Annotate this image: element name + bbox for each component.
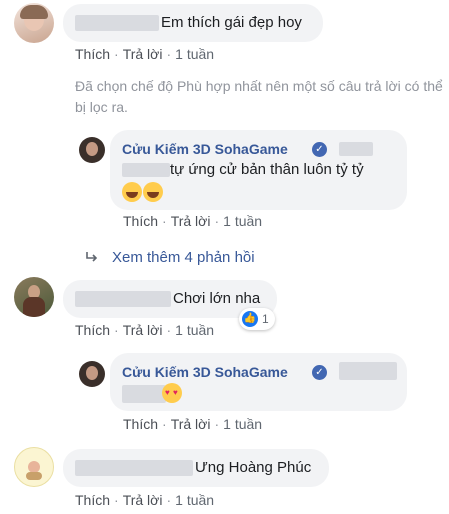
avatar[interactable] bbox=[14, 277, 54, 317]
timestamp[interactable]: 1 tuần bbox=[175, 322, 214, 338]
author-name-blurred[interactable] bbox=[75, 291, 171, 307]
tagged-name-blurred[interactable] bbox=[122, 163, 170, 177]
comment-text: Chơi lớn nha bbox=[173, 290, 261, 307]
reply-author[interactable]: Cửu Kiếm 3D SohaGame bbox=[122, 364, 288, 380]
reply-bubble: Cửu Kiếm 3D SohaGame ✓ ♥ ♥ bbox=[110, 353, 407, 411]
timestamp[interactable]: 1 tuần bbox=[175, 46, 214, 62]
comment-actions: Thích · Trả lời · 1 tuần bbox=[75, 492, 215, 508]
author-name-blurred[interactable] bbox=[75, 460, 193, 476]
reply-actions: Thích · Trả lời · 1 tuần bbox=[123, 213, 263, 229]
like-link[interactable]: Thích bbox=[75, 46, 110, 62]
like-link[interactable]: Thích bbox=[123, 416, 158, 432]
verified-icon: ✓ bbox=[312, 142, 327, 157]
reply-author[interactable]: Cửu Kiếm 3D SohaGame bbox=[122, 141, 288, 157]
page-avatar[interactable] bbox=[79, 361, 105, 387]
like-icon: 👍 bbox=[242, 311, 258, 327]
tagged-name-blurred[interactable] bbox=[339, 362, 397, 380]
tagged-name-blurred[interactable] bbox=[122, 385, 166, 403]
comment-bubble: Ưng Hoàng Phúc bbox=[63, 449, 329, 487]
heart-eyes-emoji-icon: ♥ ♥ bbox=[162, 383, 182, 403]
reply-text: tự ứng cử bản thân luôn tỷ tỷ bbox=[170, 161, 364, 178]
like-link[interactable]: Thích bbox=[75, 322, 110, 338]
comment-text: Ưng Hoàng Phúc bbox=[195, 459, 312, 476]
reply-actions: Thích · Trả lời · 1 tuần bbox=[123, 416, 263, 432]
comment-actions: Thích · Trả lời · 1 tuần bbox=[75, 322, 215, 338]
tagged-name-blurred[interactable] bbox=[339, 142, 373, 156]
reply-bubble: Cửu Kiếm 3D SohaGame ✓ tự ứng cử bản thâ… bbox=[110, 130, 407, 210]
reply-arrow-icon bbox=[85, 250, 99, 264]
filter-notice: Đã chọn chế độ Phù hợp nhất nên một số c… bbox=[75, 78, 443, 115]
reaction-badge[interactable]: 👍 1 bbox=[239, 308, 275, 330]
timestamp[interactable]: 1 tuần bbox=[223, 416, 262, 432]
timestamp[interactable]: 1 tuần bbox=[223, 213, 262, 229]
author-name-blurred[interactable] bbox=[75, 15, 159, 31]
laughing-emoji-icon bbox=[122, 182, 142, 202]
avatar[interactable] bbox=[14, 3, 54, 43]
timestamp[interactable]: 1 tuần bbox=[175, 492, 214, 508]
view-more-replies[interactable]: Xem thêm 4 phản hồi bbox=[112, 249, 255, 266]
reply-link[interactable]: Trả lời bbox=[123, 46, 163, 62]
comment-actions: Thích · Trả lời · 1 tuần bbox=[75, 46, 215, 62]
page-avatar[interactable] bbox=[79, 137, 105, 163]
reply-link[interactable]: Trả lời bbox=[123, 322, 163, 338]
like-link[interactable]: Thích bbox=[75, 492, 110, 508]
reply-link[interactable]: Trả lời bbox=[171, 416, 211, 432]
laughing-emoji-icon bbox=[143, 182, 163, 202]
comment-text: Em thích gái đẹp hoy bbox=[161, 14, 302, 31]
reply-link[interactable]: Trả lời bbox=[123, 492, 163, 508]
like-link[interactable]: Thích bbox=[123, 213, 158, 229]
reply-link[interactable]: Trả lời bbox=[171, 213, 211, 229]
reaction-count: 1 bbox=[262, 312, 269, 326]
verified-icon: ✓ bbox=[312, 365, 327, 380]
avatar[interactable] bbox=[14, 447, 54, 487]
comment-bubble: Em thích gái đẹp hoy bbox=[63, 4, 323, 42]
